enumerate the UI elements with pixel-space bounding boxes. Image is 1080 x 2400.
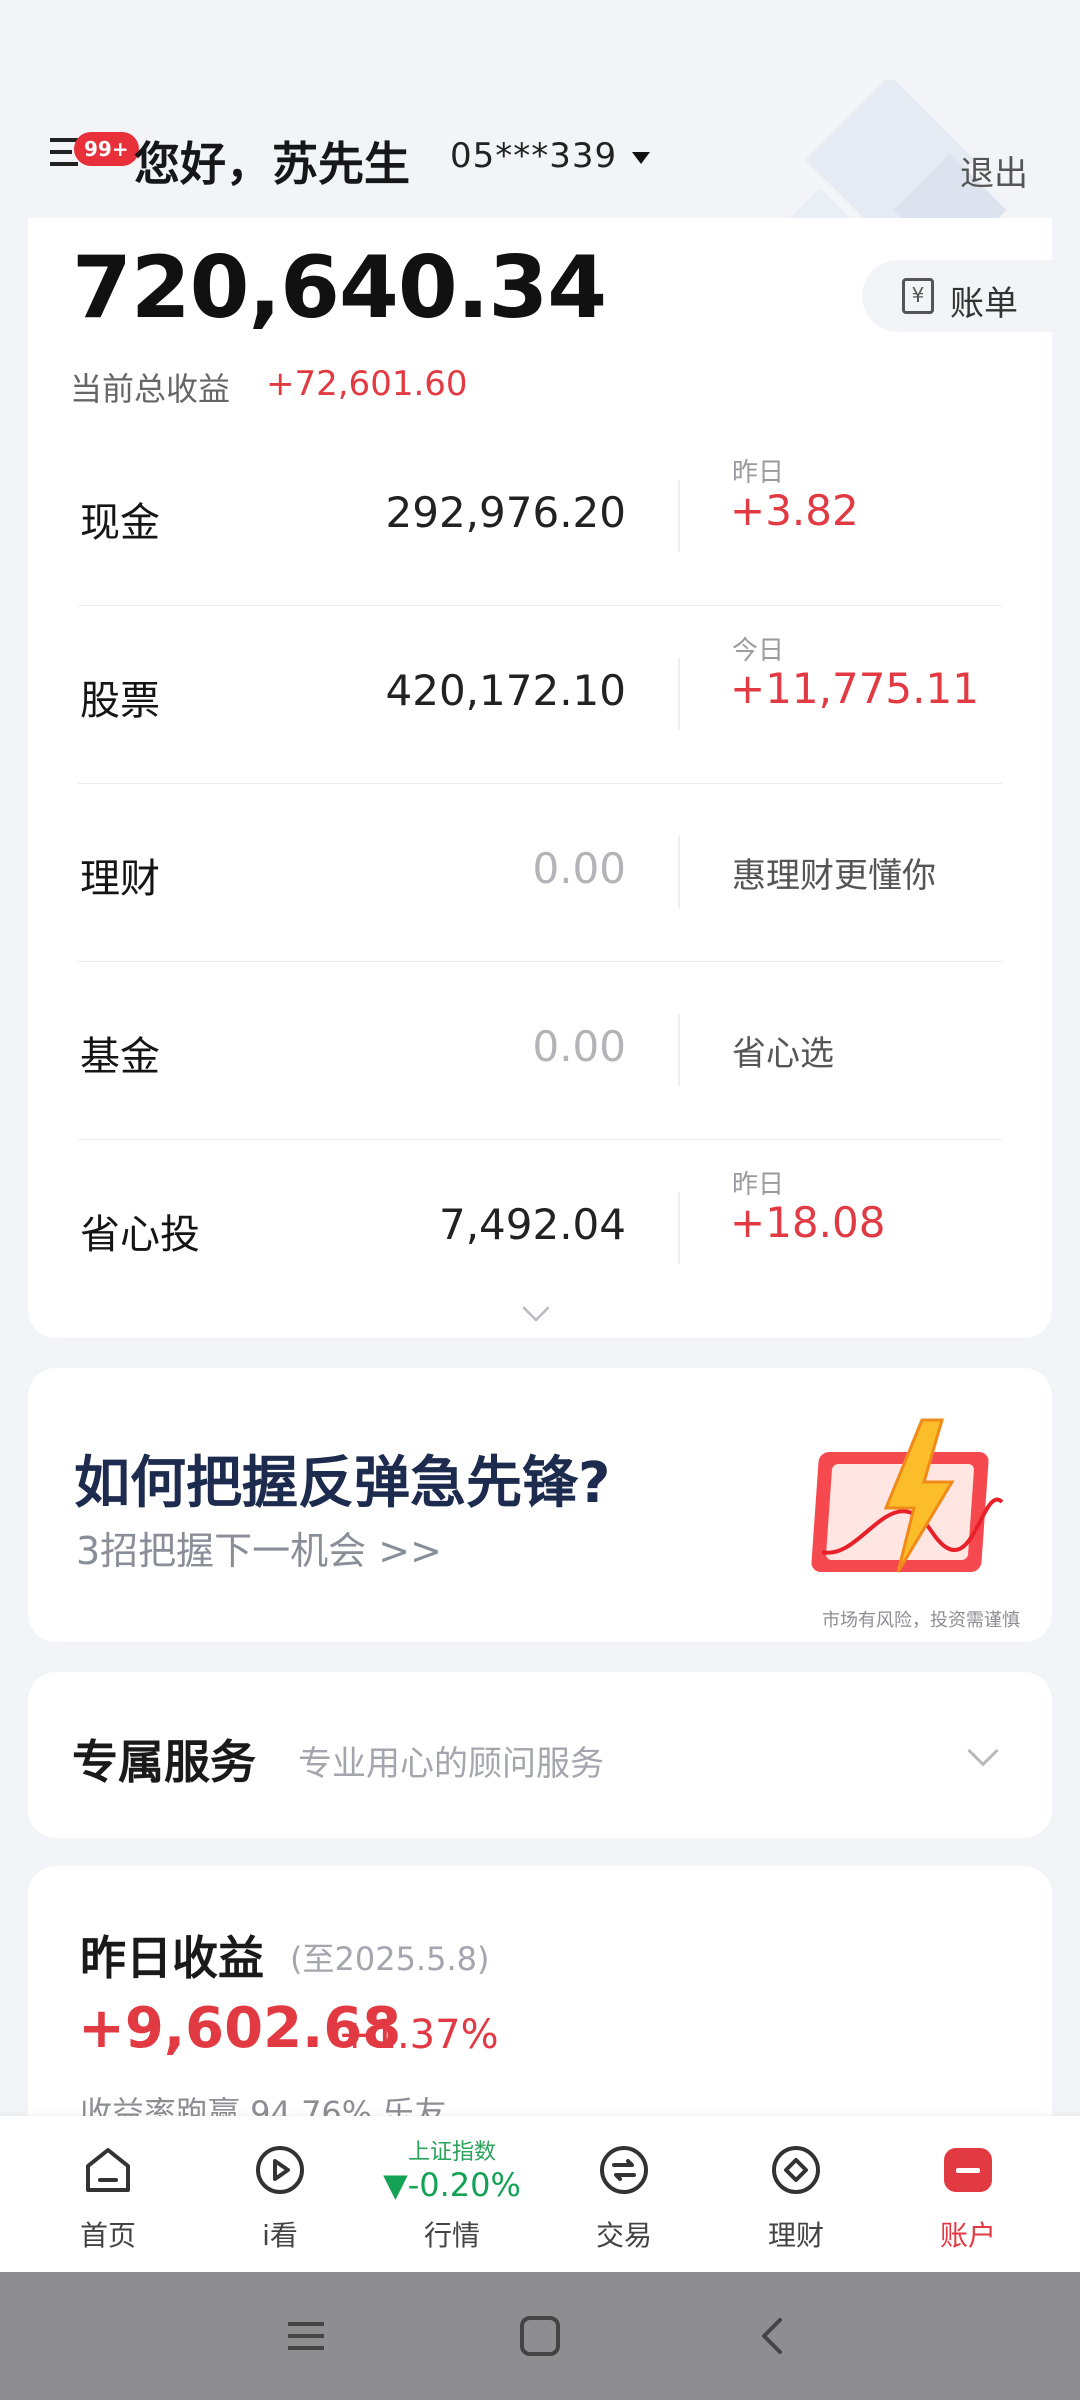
row-sub-label: 昨日	[732, 458, 785, 488]
home-square-icon[interactable]	[518, 2316, 562, 2356]
divider	[678, 1192, 680, 1264]
nav-account[interactable]: 账户	[882, 2116, 1054, 2272]
asset-row-easy-invest[interactable]: 省心投 7,492.04 昨日 +18.08	[78, 1140, 1002, 1318]
logout-button[interactable]: 退出	[960, 146, 1028, 195]
chevron-down-icon[interactable]	[967, 1735, 999, 1767]
asset-rows: 现金 292,976.20 昨日 +3.82 股票 420,172.10 今日 …	[78, 428, 1002, 1318]
row-promo: 惠理财更懂你	[732, 856, 936, 896]
diamond-icon	[772, 2146, 820, 2194]
index-change: ▼-0.20%	[383, 2166, 521, 2204]
caret-down-icon[interactable]	[632, 152, 650, 164]
bill-icon: ¥	[902, 278, 934, 314]
earnings-percent: +1.37%	[338, 2012, 499, 2058]
row-label: 基金	[80, 1034, 160, 1080]
nav-wealth[interactable]: 理财	[710, 2116, 882, 2272]
asset-card: 720,640.34 ¥ 账单 当前总收益 +72,601.60 现金 292,…	[28, 218, 1062, 1338]
service-subtitle: 专业用心的顾问服务	[298, 1744, 604, 1784]
system-nav-bar	[0, 2272, 1080, 2400]
greeting-text: 您好，苏先生	[134, 137, 410, 191]
exclusive-service-card[interactable]: 专属服务 专业用心的顾问服务	[28, 1672, 1052, 1838]
earnings-date: (至2025.5.8)	[290, 1940, 490, 1978]
row-label: 省心投	[80, 1212, 200, 1258]
nav-watch[interactable]: i看	[194, 2116, 366, 2272]
back-icon[interactable]	[752, 2316, 796, 2356]
menu-icon[interactable]	[284, 2316, 328, 2356]
banner-subtitle[interactable]: 3招把握下一机会 >>	[76, 1520, 442, 1575]
nav-label: 首页	[79, 2219, 136, 2252]
asset-row-cash[interactable]: 现金 292,976.20 昨日 +3.82	[78, 428, 1002, 606]
index-name: 上证指数	[407, 2140, 496, 2165]
row-sub-label: 昨日	[732, 1170, 785, 1200]
row-delta: +18.08	[730, 1198, 886, 1247]
row-value: 0.00	[532, 844, 626, 893]
divider	[678, 480, 680, 552]
nav-label: 行情	[423, 2219, 480, 2252]
exchange-icon	[600, 2146, 648, 2194]
row-sub-label: 今日	[732, 636, 785, 666]
account-selector[interactable]: 05***339	[450, 136, 617, 176]
promo-banner[interactable]: 如何把握反弹急先锋? 3招把握下一机会 >> 市场有风险，投资需谨慎	[28, 1368, 1052, 1642]
row-label: 现金	[80, 500, 160, 546]
bill-label: 账单	[950, 284, 1018, 324]
total-profit-label: 当前总收益	[70, 370, 231, 408]
bill-button[interactable]: ¥ 账单	[862, 260, 1062, 332]
row-value: 420,172.10	[385, 666, 626, 715]
home-icon	[86, 2148, 130, 2192]
bottom-nav: 首页 i看 上证指数 ▼-0.20% 行情 交易 理财 账户	[0, 2116, 1080, 2272]
divider	[678, 1014, 680, 1086]
row-delta: +3.82	[730, 486, 859, 535]
lightning-chart-icon	[811, 1418, 1004, 1573]
asset-row-stocks[interactable]: 股票 420,172.10 今日 +11,775.11	[78, 606, 1002, 784]
top-header: 99+ 您好，苏先生 05***339 退出	[0, 110, 1080, 210]
nav-market[interactable]: 上证指数 ▼-0.20% 行情	[366, 2116, 538, 2272]
asset-row-wealth[interactable]: 理财 0.00 惠理财更懂你	[78, 784, 1002, 962]
nav-label: 交易	[595, 2219, 652, 2252]
asset-row-funds[interactable]: 基金 0.00 省心选	[78, 962, 1002, 1140]
divider	[678, 836, 680, 908]
nav-home[interactable]: 首页	[22, 2116, 194, 2272]
row-label: 股票	[80, 678, 160, 724]
row-value: 292,976.20	[385, 488, 626, 537]
nav-label: 账户	[939, 2219, 996, 2252]
row-delta: +11,775.11	[730, 664, 979, 713]
divider	[678, 658, 680, 730]
earnings-title: 昨日收益	[80, 1931, 264, 1985]
account-icon	[944, 2148, 992, 2192]
nav-label: 理财	[767, 2219, 824, 2252]
total-profit-value: +72,601.60	[266, 364, 468, 404]
banner-title: 如何把握反弹急先锋?	[74, 1451, 611, 1516]
row-value: 0.00	[532, 1022, 626, 1071]
service-title: 专属服务	[72, 1735, 256, 1789]
row-promo: 省心选	[732, 1034, 834, 1074]
row-value: 7,492.04	[438, 1200, 626, 1249]
notification-badge: 99+	[74, 132, 139, 166]
play-icon	[256, 2146, 304, 2194]
total-assets: 720,640.34	[72, 238, 607, 338]
risk-disclaimer: 市场有风险，投资需谨慎	[822, 1610, 1020, 1631]
row-label: 理财	[80, 856, 160, 902]
nav-label: i看	[262, 2219, 298, 2252]
nav-trade[interactable]: 交易	[538, 2116, 710, 2272]
